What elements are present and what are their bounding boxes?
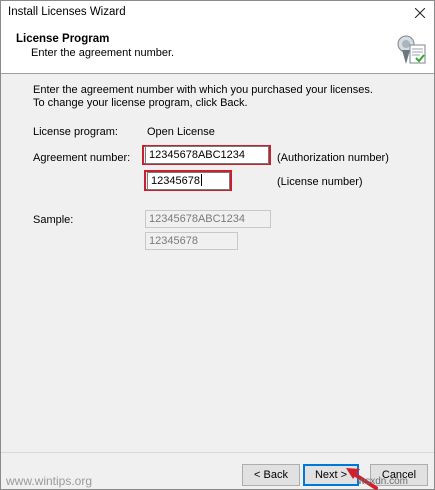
sample-label: Sample: [33, 214, 74, 226]
license-program-value: Open License [147, 126, 215, 138]
certificate-icon [397, 35, 426, 64]
page-subtitle: Enter the agreement number. [31, 47, 175, 59]
license-number-field[interactable]: 12345678 [147, 172, 230, 190]
sample-authorization-field: 12345678ABC1234 [145, 210, 271, 228]
close-icon[interactable] [410, 3, 430, 23]
authorization-number-field[interactable]: 12345678ABC1234 [145, 146, 269, 164]
instructions-text: Enter the agreement number with which yo… [33, 84, 373, 109]
license-number-value: 12345678 [151, 175, 200, 187]
license-hint: (License number) [277, 176, 363, 188]
title-bar: Install Licenses Wizard [1, 1, 434, 25]
wizard-header: License Program Enter the agreement numb… [1, 25, 434, 74]
page-title: License Program [16, 33, 110, 45]
footer-divider [1, 452, 434, 453]
back-button[interactable]: < Back [242, 464, 300, 486]
wizard-window: Install Licenses Wizard License Program … [0, 0, 435, 490]
sample-license-field: 12345678 [145, 232, 238, 250]
license-program-label: License program: [33, 126, 118, 138]
agreement-number-label: Agreement number: [33, 152, 131, 164]
authorization-hint: (Authorization number) [277, 152, 389, 164]
watermark-right: wsxdn.com [358, 476, 409, 487]
window-title: Install Licenses Wizard [8, 6, 126, 18]
watermark-left: www.wintips.org [6, 474, 93, 488]
text-cursor [200, 174, 202, 186]
